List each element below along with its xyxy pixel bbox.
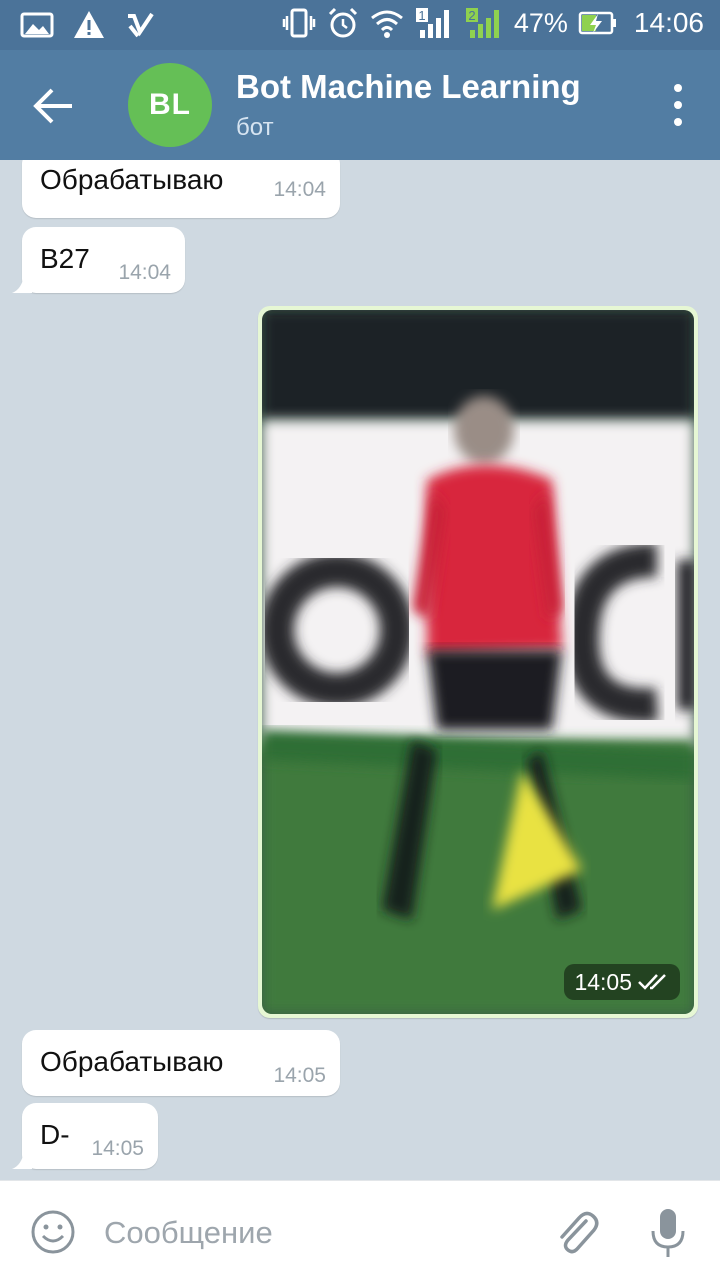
- svg-text:2: 2: [468, 8, 475, 23]
- message-list: Обрабатываю 14:04 B27 14:04 14:05 Обраба…: [0, 160, 720, 1180]
- message-text: Обрабатываю: [40, 1046, 224, 1077]
- message-time: 14:05: [574, 968, 632, 995]
- message-bubble[interactable]: Обрабатываю 14:04: [22, 160, 340, 218]
- photo-message[interactable]: 14:05: [258, 306, 698, 1018]
- message-input[interactable]: [104, 1211, 524, 1255]
- vibrate-icon: [282, 8, 316, 38]
- message-time: 14:05: [91, 1137, 144, 1160]
- avatar[interactable]: BL: [128, 63, 212, 147]
- signal-sim1-icon: 1: [415, 8, 449, 38]
- signal-sim2-icon: 2: [465, 8, 499, 38]
- message-time: 14:04: [118, 261, 171, 284]
- clock: 14:06: [633, 7, 704, 38]
- message-text: B27: [40, 243, 90, 274]
- chat-subtitle: бот: [236, 114, 274, 141]
- photo-time-badge: 14:05: [564, 964, 680, 1000]
- back-arrow-icon[interactable]: [30, 84, 80, 128]
- chat-title[interactable]: Bot Machine Learning: [236, 68, 581, 106]
- attach-icon[interactable]: [552, 1207, 600, 1257]
- bubble-tail: [12, 1151, 32, 1169]
- message-time: 14:05: [273, 1064, 326, 1087]
- more-vert-icon[interactable]: [670, 84, 686, 126]
- compose-bar: [0, 1180, 720, 1280]
- wifi-icon: [370, 10, 403, 38]
- message-time: 14:04: [273, 178, 326, 201]
- double-check-icon: [638, 974, 666, 990]
- battery-percent: 47%: [513, 7, 568, 38]
- gallery-notification-icon: [20, 12, 54, 38]
- warning-icon: [74, 11, 104, 38]
- message-bubble[interactable]: D- 14:05: [12, 1103, 158, 1169]
- message-bubble[interactable]: B27 14:04: [12, 227, 185, 293]
- battery-charging-icon: [578, 11, 616, 35]
- status-bar: 1 2 47% 14:06: [0, 0, 720, 50]
- emoji-icon[interactable]: [30, 1209, 76, 1255]
- message-bubble[interactable]: Обрабатываю 14:05: [22, 1030, 340, 1096]
- check-notification-icon: [128, 12, 154, 38]
- alarm-icon: [328, 7, 357, 38]
- message-text: D-: [40, 1119, 70, 1150]
- bubble-tail: [12, 275, 32, 293]
- message-text: Обрабатываю: [40, 164, 224, 195]
- svg-text:1: 1: [418, 8, 425, 23]
- photo-image[interactable]: 14:05: [262, 310, 694, 1014]
- chat-header: BL Bot Machine Learning бот: [0, 50, 720, 160]
- mic-icon[interactable]: [650, 1207, 686, 1259]
